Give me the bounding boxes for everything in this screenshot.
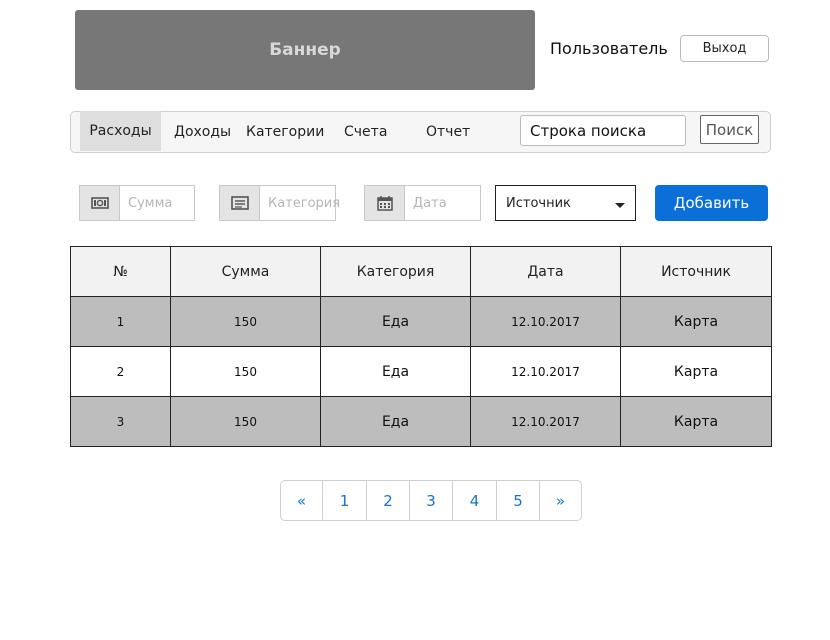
table-cell: 2 <box>70 346 171 397</box>
table-cell: Карта <box>620 346 772 397</box>
table-cell: Еда <box>320 346 471 397</box>
table-cell: 150 <box>170 296 321 347</box>
pagination-page[interactable]: 5 <box>497 481 540 520</box>
table-cell: 12.10.2017 <box>470 396 621 447</box>
list-icon <box>219 185 259 221</box>
nav-item-expenses[interactable]: Расходы <box>80 111 161 151</box>
pagination-page[interactable]: 1 <box>323 481 367 520</box>
table-cell: 12.10.2017 <box>470 346 621 397</box>
column-header: Сумма <box>170 246 321 297</box>
search-input[interactable] <box>520 115 686 146</box>
caret-down-icon <box>615 203 625 208</box>
date-field[interactable]: Дата <box>404 185 481 221</box>
date-group: Дата <box>364 185 481 221</box>
source-select[interactable]: Источник <box>495 185 636 221</box>
logout-button[interactable]: Выход <box>680 35 769 62</box>
expenses-table: № Сумма Категория Дата Источник 1 150 Ед… <box>70 246 772 447</box>
table-cell: Еда <box>320 296 471 347</box>
column-header: № <box>70 246 171 297</box>
nav-item-report[interactable]: Отчет <box>426 112 470 152</box>
category-field[interactable]: Категория <box>259 185 340 221</box>
add-button[interactable]: Добавить <box>655 185 768 221</box>
nav-item-categories[interactable]: Категории <box>246 112 324 152</box>
table-cell: 150 <box>170 396 321 447</box>
table-row[interactable]: 3 150 Еда 12.10.2017 Карта <box>70 396 772 447</box>
source-select-value: Источник <box>506 195 571 211</box>
user-label: Пользователь <box>550 39 668 58</box>
table-cell: 12.10.2017 <box>470 296 621 347</box>
nav-item-accounts[interactable]: Счета <box>344 112 387 152</box>
table-cell: 1 <box>70 296 171 347</box>
table-header-row: № Сумма Категория Дата Источник <box>70 246 772 297</box>
pagination-page[interactable]: 4 <box>453 481 497 520</box>
calendar-icon <box>364 185 404 221</box>
amount-field[interactable]: Сумма <box>119 185 195 221</box>
table-row[interactable]: 1 150 Еда 12.10.2017 Карта <box>70 296 772 347</box>
column-header: Источник <box>620 246 772 297</box>
table-cell: Карта <box>620 396 772 447</box>
pagination-prev[interactable]: « <box>281 481 323 520</box>
category-group: Категория <box>219 185 340 221</box>
nav-item-income[interactable]: Доходы <box>174 112 231 152</box>
table-cell: 3 <box>70 396 171 447</box>
pagination-page[interactable]: 3 <box>410 481 453 520</box>
pagination-page[interactable]: 2 <box>367 481 410 520</box>
search-button[interactable]: Поиск <box>700 115 759 144</box>
table-cell: Карта <box>620 296 772 347</box>
money-icon <box>79 185 119 221</box>
table-row[interactable]: 2 150 Еда 12.10.2017 Карта <box>70 346 772 397</box>
banner: Баннер <box>75 10 535 90</box>
column-header: Дата <box>470 246 621 297</box>
pagination: « 1 2 3 4 5 » <box>280 480 582 521</box>
table-cell: Еда <box>320 396 471 447</box>
table-cell: 150 <box>170 346 321 397</box>
column-header: Категория <box>320 246 471 297</box>
amount-group: Сумма <box>79 185 195 221</box>
navbar: Расходы Доходы Категории Счета Отчет Пои… <box>70 111 771 153</box>
pagination-next[interactable]: » <box>540 481 581 520</box>
